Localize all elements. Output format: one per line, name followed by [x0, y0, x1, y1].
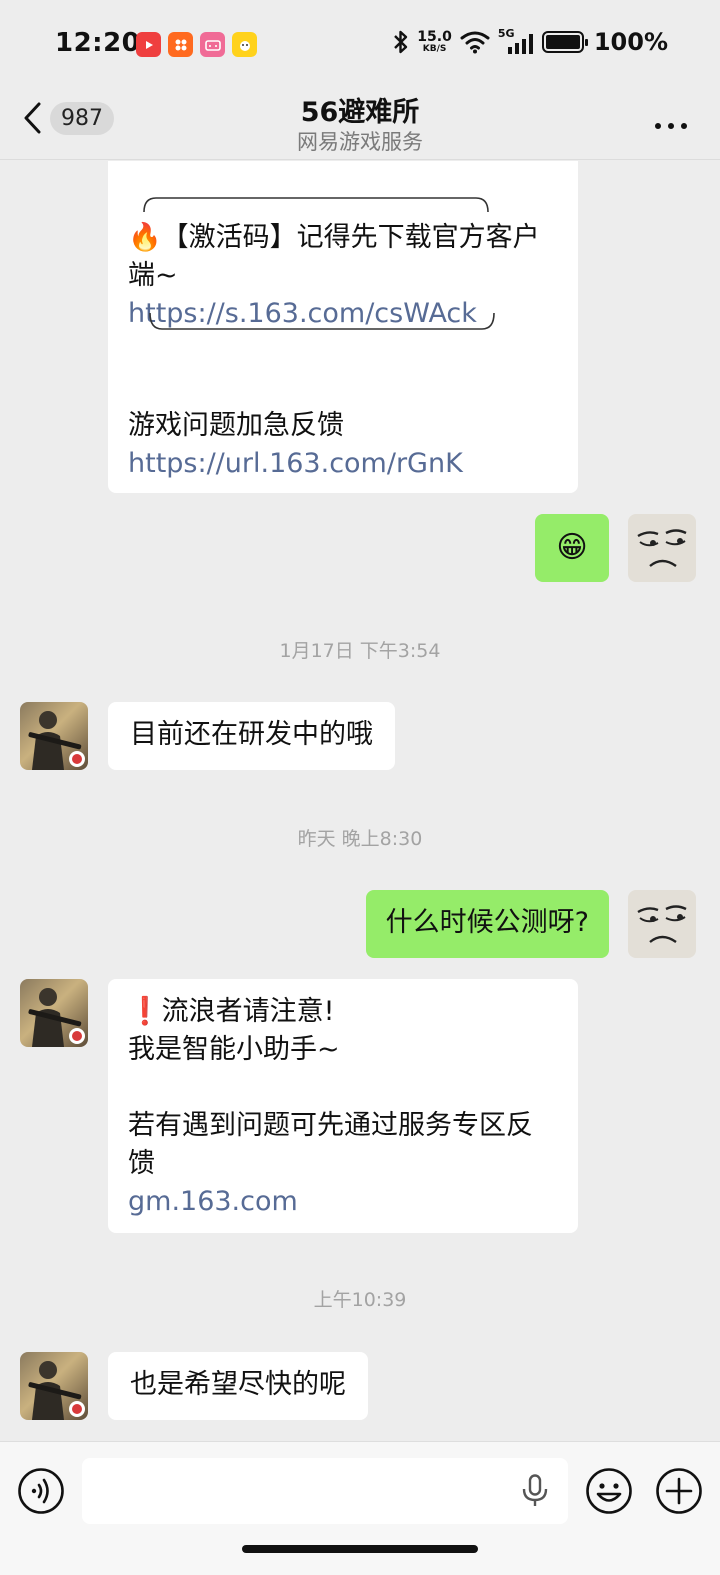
message-line: 若有遇到问题可先通过服务专区反	[128, 1110, 533, 1141]
message-line: ❗流浪者请注意!	[128, 996, 335, 1027]
message-bubble-self[interactable]: 什么时候公测呀?	[365, 890, 609, 958]
status-bar: 12:20 15.0 KB/S 5G 100%	[0, 0, 720, 90]
chat-subtitle: 网易游戏服务	[297, 130, 423, 154]
message-text: 目前还在研发中的哦	[130, 719, 373, 750]
more-dots-icon	[655, 123, 687, 129]
network-speed-value: 15.0	[417, 29, 452, 45]
game-app-icon	[232, 32, 257, 57]
message-bubble[interactable]: 🔥【激活码】记得先下载官方客户 端~ https://s.163.com/csW…	[108, 161, 578, 493]
status-time: 12:20	[55, 28, 141, 58]
message-text: 什么时候公测呀?	[385, 907, 589, 938]
more-options-button[interactable]	[654, 116, 688, 135]
status-right: 15.0 KB/S 5G 100%	[393, 27, 668, 56]
battery-icon	[541, 31, 588, 53]
bluetooth-icon	[394, 30, 408, 54]
message-list[interactable]: 🔥【激活码】记得先下载官方客户 端~ https://s.163.com/csW…	[0, 161, 720, 1441]
input-bar	[0, 1441, 720, 1575]
meme-face-icon	[637, 529, 687, 567]
service-avatar[interactable]	[20, 702, 88, 770]
service-avatar[interactable]	[20, 1352, 88, 1420]
self-avatar[interactable]	[628, 514, 696, 582]
self-avatar[interactable]	[628, 890, 696, 958]
message-bubble-self[interactable]: 😁	[535, 514, 609, 582]
timestamp: 1月17日 下午3:54	[279, 640, 441, 662]
message-line: 🔥【激活码】记得先下载官方客户	[128, 222, 540, 253]
message-bubble[interactable]: ❗流浪者请注意! 我是智能小助手~ 若有遇到问题可先通过服务专区反 馈 gm.1…	[108, 979, 578, 1233]
wifi-icon	[460, 31, 490, 54]
mic-button[interactable]	[520, 1474, 550, 1512]
home-indicator[interactable]	[242, 1545, 478, 1553]
service-avatar[interactable]	[20, 979, 88, 1047]
message-link[interactable]: https://url.163.com/rGnK	[128, 445, 558, 483]
message-line: 游戏问题加急反馈	[128, 410, 344, 441]
emoji-icon	[586, 1468, 632, 1514]
bracket-top-decoration	[143, 197, 489, 213]
network-speed-unit: KB/S	[422, 44, 447, 54]
grinning-emoji: 😁	[556, 530, 588, 565]
video-app-icon	[136, 32, 161, 57]
notification-icons	[136, 32, 257, 57]
message-bubble[interactable]: 目前还在研发中的哦	[108, 702, 395, 770]
meme-face-icon	[637, 905, 687, 943]
shopping-app-icon	[168, 32, 193, 57]
message-line: 馈	[128, 1148, 155, 1179]
signal-bars-icon	[507, 34, 533, 54]
plus-circle-icon	[656, 1468, 702, 1514]
emoji-button[interactable]	[585, 1467, 633, 1519]
bracket-bottom-decoration	[149, 312, 495, 330]
message-text: 也是希望尽快的呢	[130, 1369, 346, 1400]
network-speed: 15.0 KB/S	[417, 30, 452, 54]
cellular-signal: 5G	[498, 27, 534, 54]
mic-icon	[522, 1474, 548, 1506]
more-features-button[interactable]	[655, 1467, 703, 1519]
message-line: 端~	[128, 260, 178, 291]
bilibili-app-icon	[200, 32, 225, 57]
message-line: 我是智能小助手~	[128, 1034, 340, 1065]
message-input[interactable]	[82, 1458, 568, 1524]
message-bubble[interactable]: 也是希望尽快的呢	[108, 1352, 368, 1420]
voice-toggle-button[interactable]	[17, 1467, 65, 1519]
chat-header: 987 56避难所 网易游戏服务	[0, 90, 720, 160]
chat-title: 56避难所	[300, 97, 420, 128]
timestamp: 上午10:39	[313, 1289, 407, 1311]
voice-icon	[18, 1468, 64, 1514]
message-link[interactable]: gm.163.com	[128, 1183, 558, 1221]
timestamp: 昨天 晚上8:30	[297, 828, 423, 850]
soldier-avatar-icon	[28, 711, 85, 770]
battery-percent: 100%	[593, 28, 668, 56]
soldier-avatar-icon	[28, 1361, 85, 1420]
soldier-avatar-icon	[28, 988, 85, 1047]
